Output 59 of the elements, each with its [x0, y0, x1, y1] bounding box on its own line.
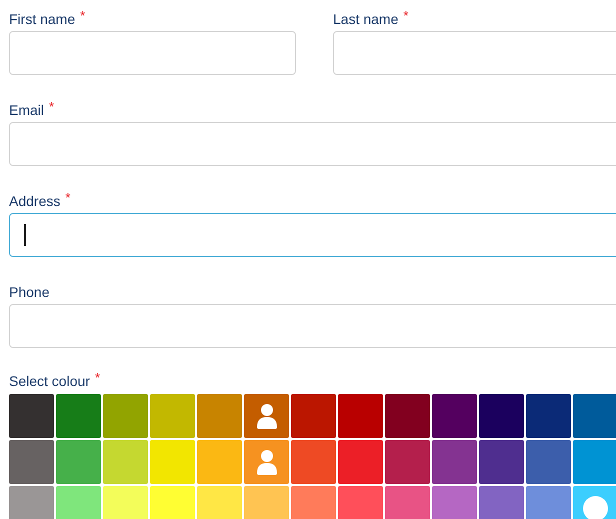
- required-asterisk: *: [49, 100, 54, 114]
- colour-swatch[interactable]: [432, 440, 477, 484]
- colour-swatch[interactable]: [103, 394, 148, 438]
- required-asterisk: *: [80, 9, 86, 23]
- field-label: Last name: [333, 10, 398, 29]
- colour-swatch[interactable]: [338, 440, 383, 484]
- colour-swatch[interactable]: [291, 440, 336, 484]
- colour-swatch[interactable]: [291, 486, 336, 519]
- colour-swatch[interactable]: [338, 394, 383, 438]
- colour-swatch[interactable]: [573, 486, 616, 519]
- colour-swatch[interactable]: [56, 394, 101, 438]
- colour-swatch[interactable]: [479, 440, 524, 484]
- field-label: First name: [9, 10, 76, 29]
- person-icon: [256, 449, 278, 475]
- colour-swatch[interactable]: [385, 440, 430, 484]
- colour-swatch[interactable]: [526, 486, 571, 519]
- colour-swatch[interactable]: [9, 440, 54, 484]
- required-asterisk: *: [403, 9, 408, 23]
- field-label: Email: [9, 101, 44, 120]
- field-label: Phone: [9, 283, 50, 302]
- colour-swatch[interactable]: [338, 486, 383, 519]
- colour-swatch[interactable]: [432, 394, 477, 438]
- colour-swatch[interactable]: [526, 440, 571, 484]
- colour-swatch[interactable]: [56, 440, 101, 484]
- person-icon: [256, 403, 278, 429]
- text-input[interactable]: [9, 122, 616, 166]
- colour-swatch[interactable]: [103, 440, 148, 484]
- colour-swatch[interactable]: [244, 394, 289, 438]
- colour-swatch[interactable]: [103, 486, 148, 519]
- colour-swatch[interactable]: [150, 486, 195, 519]
- text-cursor: [24, 224, 26, 246]
- required-asterisk: *: [65, 191, 70, 205]
- text-input[interactable]: [9, 304, 616, 348]
- colour-swatch[interactable]: [526, 394, 571, 438]
- text-input[interactable]: [9, 31, 296, 75]
- colour-swatch[interactable]: [150, 440, 195, 484]
- colour-swatch[interactable]: [197, 440, 242, 484]
- colour-swatch[interactable]: [197, 394, 242, 438]
- colour-swatch[interactable]: [479, 486, 524, 519]
- selected-indicator: [583, 496, 608, 519]
- colour-swatch[interactable]: [291, 394, 336, 438]
- required-asterisk: *: [94, 371, 100, 385]
- text-input[interactable]: [9, 213, 616, 257]
- colour-swatch[interactable]: [244, 440, 289, 484]
- colour-swatch[interactable]: [573, 394, 616, 438]
- colour-swatch[interactable]: [432, 486, 477, 519]
- colour-swatch[interactable]: [385, 394, 430, 438]
- colour-swatch[interactable]: [150, 394, 195, 438]
- text-input[interactable]: [333, 31, 616, 75]
- colour-swatch[interactable]: [244, 486, 289, 519]
- colour-swatch[interactable]: [385, 486, 430, 519]
- colour-swatch[interactable]: [479, 394, 524, 438]
- colour-swatch[interactable]: [9, 486, 54, 519]
- field-label: Address: [9, 192, 60, 211]
- colour-swatch[interactable]: [56, 486, 101, 519]
- colour-swatch[interactable]: [197, 486, 242, 519]
- colour-swatch[interactable]: [573, 440, 616, 484]
- field-label: Select colour: [9, 372, 90, 391]
- colour-swatch[interactable]: [9, 394, 54, 438]
